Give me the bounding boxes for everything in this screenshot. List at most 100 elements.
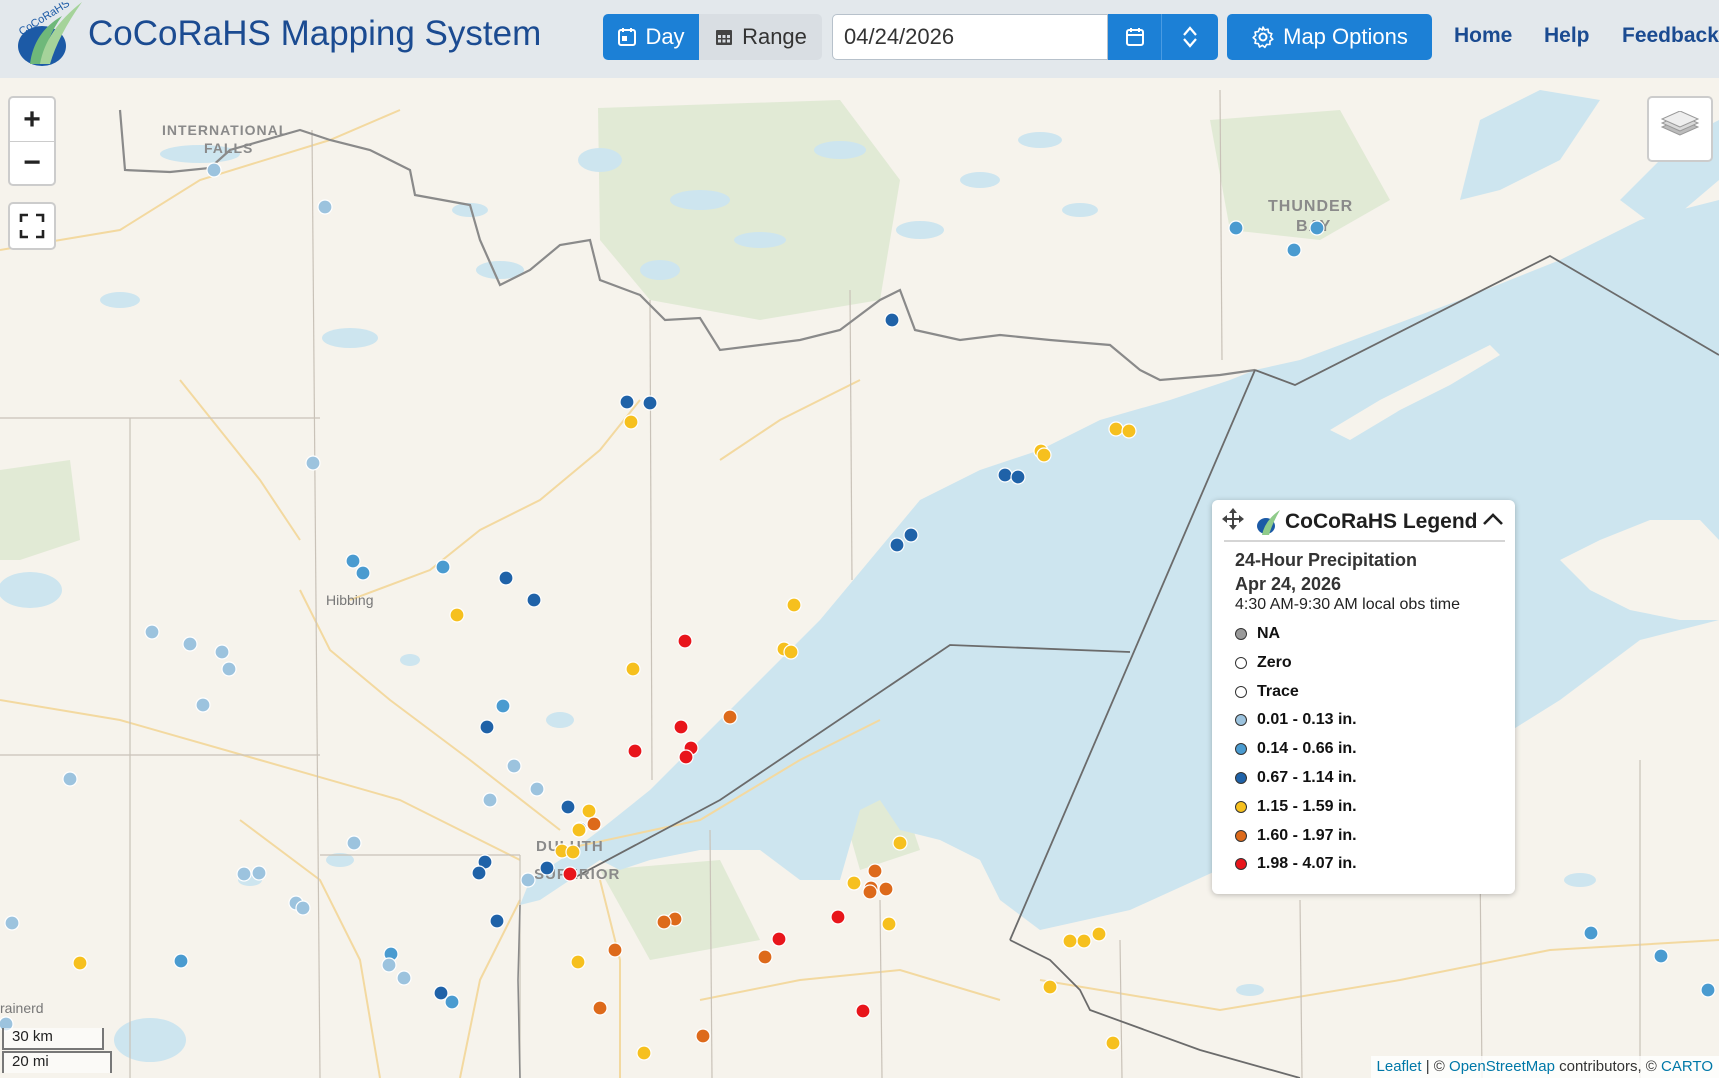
fullscreen-button[interactable] — [8, 202, 56, 250]
station-marker[interactable] — [506, 758, 522, 774]
carto-link[interactable]: CARTO — [1661, 1058, 1713, 1075]
cocorahs-logo[interactable]: CoCoRaHS — [12, 2, 84, 68]
station-marker[interactable] — [195, 697, 211, 713]
station-marker[interactable] — [786, 597, 802, 613]
station-marker[interactable] — [892, 835, 908, 851]
station-marker[interactable] — [903, 527, 919, 543]
station-marker[interactable] — [889, 537, 905, 553]
map-options-button[interactable]: Map Options — [1227, 14, 1432, 60]
leaflet-link[interactable]: Leaflet — [1377, 1058, 1422, 1075]
move-icon[interactable] — [1222, 508, 1244, 530]
station-marker[interactable] — [783, 644, 799, 660]
station-marker[interactable] — [562, 866, 578, 882]
station-marker[interactable] — [771, 931, 787, 947]
station-marker[interactable] — [627, 743, 643, 759]
station-marker[interactable] — [1105, 1035, 1121, 1051]
station-marker[interactable] — [520, 872, 536, 888]
station-marker[interactable] — [678, 749, 694, 765]
station-marker[interactable] — [305, 455, 321, 471]
station-marker[interactable] — [881, 916, 897, 932]
station-marker[interactable] — [498, 570, 514, 586]
station-marker[interactable] — [4, 915, 20, 931]
station-marker[interactable] — [345, 553, 361, 569]
station-marker[interactable] — [642, 395, 658, 411]
station-marker[interactable] — [317, 199, 333, 215]
station-marker[interactable] — [489, 913, 505, 929]
date-stepper[interactable] — [1162, 14, 1218, 60]
station-marker[interactable] — [1228, 220, 1244, 236]
station-marker[interactable] — [173, 953, 189, 969]
station-marker[interactable] — [560, 799, 576, 815]
station-marker[interactable] — [592, 1000, 608, 1016]
station-marker[interactable] — [695, 1028, 711, 1044]
station-marker[interactable] — [846, 875, 862, 891]
chevron-up-icon[interactable] — [1181, 25, 1199, 37]
station-marker[interactable] — [677, 633, 693, 649]
station-marker[interactable] — [862, 884, 878, 900]
station-marker[interactable] — [471, 865, 487, 881]
station-marker[interactable] — [757, 949, 773, 965]
station-marker[interactable] — [565, 844, 581, 860]
station-marker[interactable] — [1309, 220, 1325, 236]
station-marker[interactable] — [529, 781, 545, 797]
precipitation-map[interactable]: INTERNATIONAL FALLS THUNDER BAY Hibbing … — [0, 78, 1719, 1078]
station-marker[interactable] — [62, 771, 78, 787]
nav-home-link[interactable]: Home — [1454, 24, 1512, 48]
station-marker[interactable] — [1076, 933, 1092, 949]
station-marker[interactable] — [236, 866, 252, 882]
station-marker[interactable] — [214, 644, 230, 660]
station-marker[interactable] — [571, 822, 587, 838]
station-marker[interactable] — [526, 592, 542, 608]
station-marker[interactable] — [656, 914, 672, 930]
nav-feedback-link[interactable]: Feedback — [1622, 24, 1719, 48]
station-marker[interactable] — [1121, 423, 1137, 439]
station-marker[interactable] — [619, 394, 635, 410]
nav-help-link[interactable]: Help — [1544, 24, 1590, 48]
station-marker[interactable] — [539, 860, 555, 876]
osm-link[interactable]: OpenStreetMap — [1449, 1058, 1555, 1075]
station-marker[interactable] — [355, 565, 371, 581]
station-marker[interactable] — [1062, 933, 1078, 949]
zoom-in-button[interactable]: + — [10, 98, 54, 141]
station-marker[interactable] — [479, 719, 495, 735]
calendar-picker-button[interactable] — [1108, 14, 1162, 60]
station-marker[interactable] — [381, 957, 397, 973]
zoom-out-button[interactable]: − — [10, 141, 54, 184]
station-marker[interactable] — [444, 994, 460, 1010]
station-marker[interactable] — [830, 909, 846, 925]
station-marker[interactable] — [884, 312, 900, 328]
station-marker[interactable] — [878, 881, 894, 897]
chevron-up-icon[interactable] — [1482, 512, 1504, 526]
station-marker[interactable] — [1010, 469, 1026, 485]
station-marker[interactable] — [722, 709, 738, 725]
station-marker[interactable] — [182, 636, 198, 652]
station-marker[interactable] — [607, 942, 623, 958]
station-marker[interactable] — [586, 816, 602, 832]
station-marker[interactable] — [251, 865, 267, 881]
station-marker[interactable] — [673, 719, 689, 735]
station-marker[interactable] — [435, 559, 451, 575]
station-marker[interactable] — [1091, 926, 1107, 942]
station-marker[interactable] — [1286, 242, 1302, 258]
station-marker[interactable] — [636, 1045, 652, 1061]
station-marker[interactable] — [396, 970, 412, 986]
station-marker[interactable] — [867, 863, 883, 879]
station-marker[interactable] — [623, 414, 639, 430]
range-button[interactable]: Range — [699, 14, 822, 60]
station-marker[interactable] — [997, 467, 1013, 483]
station-marker[interactable] — [495, 698, 511, 714]
station-marker[interactable] — [449, 607, 465, 623]
station-marker[interactable] — [1583, 925, 1599, 941]
station-marker[interactable] — [144, 624, 160, 640]
station-marker[interactable] — [221, 661, 237, 677]
legend-header[interactable]: CoCoRaHS Legend — [1212, 500, 1515, 540]
station-marker[interactable] — [1042, 979, 1058, 995]
station-marker[interactable] — [855, 1003, 871, 1019]
date-input[interactable]: 04/24/2026 — [832, 14, 1108, 60]
station-marker[interactable] — [206, 162, 222, 178]
station-marker[interactable] — [346, 835, 362, 851]
station-marker[interactable] — [1653, 948, 1669, 964]
station-marker[interactable] — [581, 803, 597, 819]
station-marker[interactable] — [625, 661, 641, 677]
chevron-down-icon[interactable] — [1181, 37, 1199, 49]
